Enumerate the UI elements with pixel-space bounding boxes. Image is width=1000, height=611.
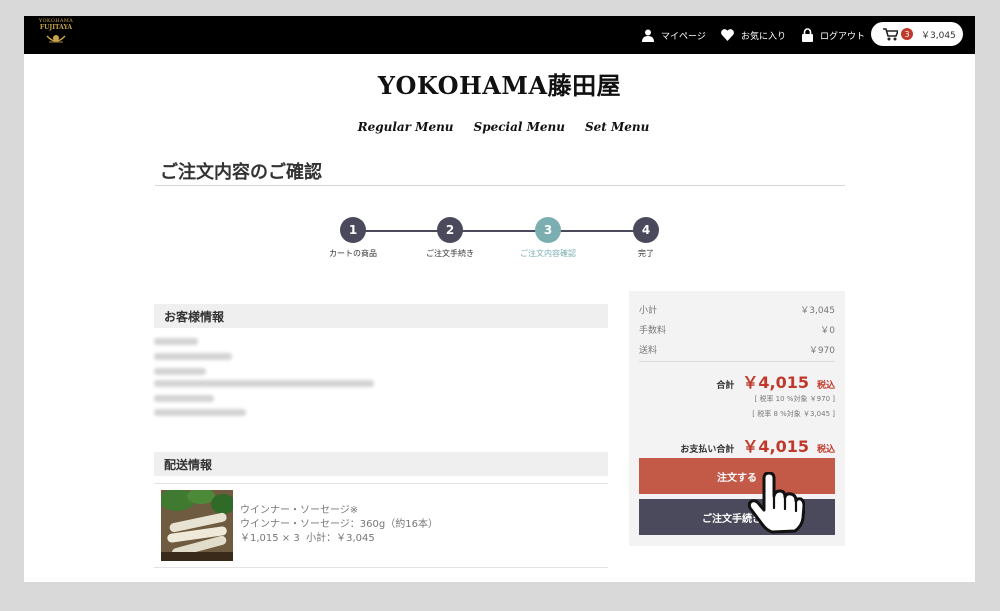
- payment-label: お支払い合計: [680, 445, 735, 455]
- title-divider: [155, 185, 845, 186]
- product-thumbnail[interactable]: [161, 490, 233, 561]
- menu-regular[interactable]: Regular Menu: [358, 120, 454, 134]
- crest-icon: [46, 35, 66, 43]
- logout-label: ログアウト: [820, 31, 866, 42]
- summary-subtotal-row: 小計 ￥3,045: [639, 303, 835, 316]
- brand-title[interactable]: YOKOHAMA藤田屋: [24, 66, 975, 101]
- payment-tax-label: 税込: [816, 445, 835, 455]
- summary-fee-row: 手数料 ￥0: [639, 323, 835, 336]
- step-1-number: 1: [340, 217, 366, 243]
- heart-icon: [721, 29, 734, 41]
- fee-value: ￥0: [820, 326, 835, 336]
- step-3-label: ご注文内容確認: [520, 249, 576, 258]
- subtotal-value: ￥3,045: [800, 306, 835, 316]
- order-summary-panel: 小計 ￥3,045 手数料 ￥0 送料 ￥970 合計 ￥4,015 税込 [ …: [629, 291, 845, 546]
- summary-divider: [639, 361, 835, 362]
- pointer-hand-icon: [747, 472, 805, 534]
- customer-info-redacted-6: [154, 409, 246, 416]
- total-label: 合計: [716, 381, 735, 391]
- step-3: 3 ご注文内容確認: [508, 217, 588, 259]
- site-logo[interactable]: YOKOHAMA FUJITAYA: [34, 18, 78, 52]
- payment-total-row: お支払い合計 ￥4,015 税込: [680, 433, 835, 457]
- favorites-label: お気に入り: [741, 31, 787, 42]
- menu-set[interactable]: Set Menu: [585, 120, 649, 134]
- step-progress-line: [354, 230, 646, 232]
- customer-info-redacted-1: [154, 338, 198, 345]
- item-price-qty: ￥1,015 × 3: [240, 533, 300, 544]
- tax-8-note: [ 税率 8 %対象 ￥3,045 ]: [752, 410, 835, 418]
- mypage-link[interactable]: マイページ: [642, 16, 706, 54]
- total-value: ￥4,015: [742, 373, 809, 392]
- place-order-button[interactable]: 注文する: [639, 458, 835, 494]
- top-bar: YOKOHAMA FUJITAYA マイページ お気に入り ログアウト 3 ￥3…: [24, 16, 975, 54]
- user-icon: [642, 29, 654, 42]
- order-item: ウインナー・ソーセージ※ ウインナー・ソーセージ：360g（約16本） ￥1,0…: [240, 504, 438, 546]
- summary-total-row: 合計 ￥4,015 税込: [716, 369, 835, 393]
- customer-info-redacted-4: [154, 380, 374, 387]
- customer-info-heading: お客様情報: [154, 304, 608, 328]
- lock-icon: [802, 28, 813, 42]
- menu-special[interactable]: Special Menu: [474, 120, 565, 134]
- step-3-number: 3: [535, 217, 561, 243]
- step-1-label: カートの商品: [329, 249, 377, 258]
- subtotal-label: 小計: [639, 306, 658, 316]
- cart-icon: [883, 27, 898, 40]
- shipping-divider-top: [154, 483, 608, 484]
- item-variant: ウインナー・ソーセージ：360g（約16本）: [240, 519, 438, 530]
- tax-10-note: [ 税率 10 %対象 ￥970 ]: [754, 395, 835, 403]
- cart-count-badge: 3: [901, 28, 913, 40]
- logo-text-bottom: FUJITAYA: [39, 24, 73, 31]
- favorites-link[interactable]: お気に入り: [721, 16, 786, 54]
- customer-info-redacted-3: [154, 368, 206, 375]
- browser-frame: YOKOHAMA FUJITAYA マイページ お気に入り ログアウト 3 ￥3…: [24, 16, 975, 582]
- customer-info-redacted-5: [154, 395, 214, 402]
- step-2-number: 2: [437, 217, 463, 243]
- cart-button[interactable]: 3 ￥3,045: [871, 22, 963, 46]
- step-1: 1 カートの商品: [313, 217, 393, 259]
- item-subtotal: 小計：￥3,045: [306, 533, 375, 544]
- shipping-divider-bottom: [154, 567, 608, 568]
- payment-value: ￥4,015: [742, 437, 809, 456]
- fee-label: 手数料: [639, 326, 667, 336]
- mypage-label: マイページ: [661, 31, 706, 42]
- postage-label: 送料: [639, 346, 658, 356]
- item-name: ウインナー・ソーセージ※: [240, 505, 359, 516]
- logout-link[interactable]: ログアウト: [802, 16, 865, 54]
- step-2-label: ご注文手続き: [426, 249, 474, 258]
- step-4-label: 完了: [638, 249, 654, 258]
- postage-value: ￥970: [808, 346, 835, 356]
- menu-nav: Regular Menu Special Menu Set Menu: [24, 120, 975, 134]
- customer-info-redacted-2: [154, 353, 232, 360]
- summary-postage-row: 送料 ￥970: [639, 343, 835, 356]
- cart-total: ￥3,045: [921, 30, 956, 41]
- sausage-image: [161, 490, 233, 561]
- item-price-line: ￥1,015 × 3 小計：￥3,045: [240, 532, 438, 546]
- page-title: ご注文内容のご確認: [160, 162, 322, 183]
- step-4: 4 完了: [606, 217, 686, 259]
- shipping-info-heading: 配送情報: [154, 452, 608, 476]
- back-to-checkout-button[interactable]: ご注文手続きへ: [639, 499, 835, 535]
- total-tax-label: 税込: [816, 381, 835, 391]
- step-4-number: 4: [633, 217, 659, 243]
- step-2: 2 ご注文手続き: [410, 217, 490, 259]
